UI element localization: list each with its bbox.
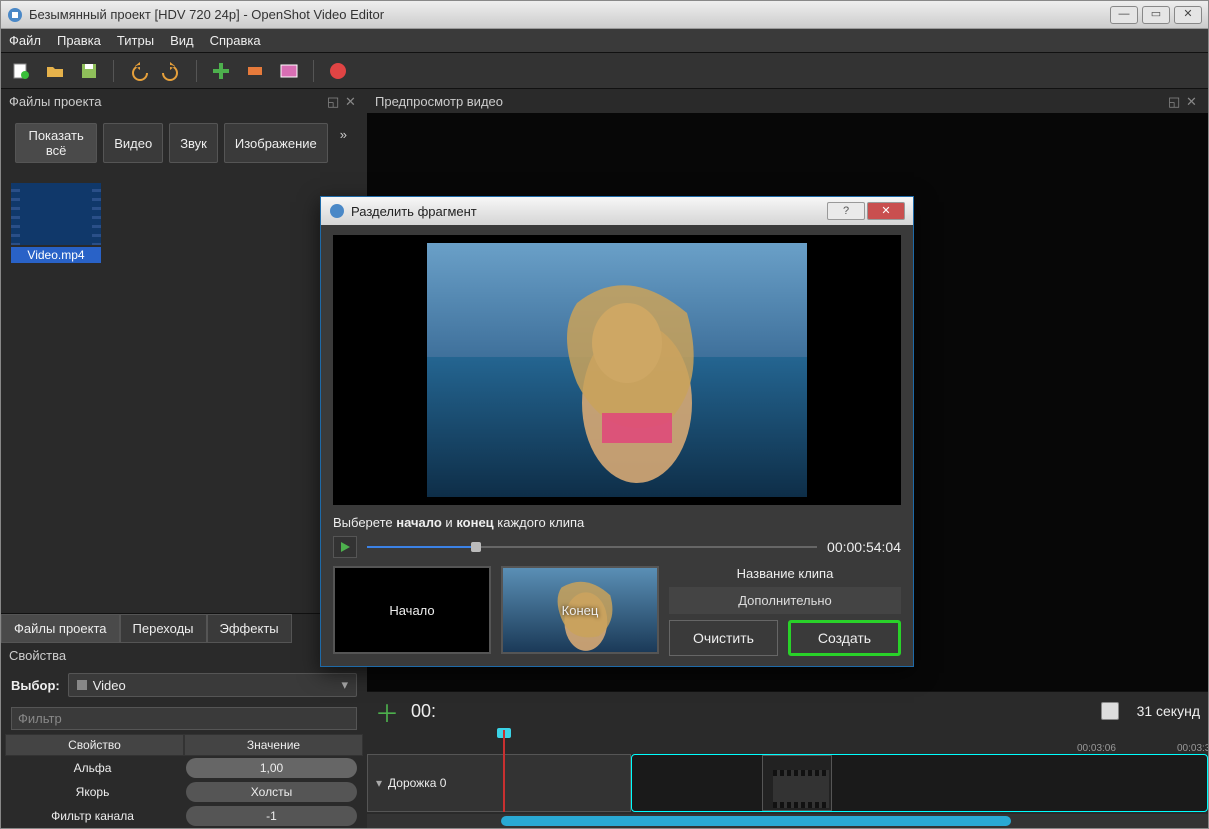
profile-icon[interactable] <box>245 61 265 81</box>
timeline-scrollbar[interactable] <box>367 814 1208 828</box>
close-panel-icon[interactable]: ✕ <box>345 94 359 108</box>
track-body[interactable]: Video.mp4 <box>631 754 1208 812</box>
titlebar: Безымянный проект [HDV 720 24p] - OpenSh… <box>1 1 1208 29</box>
dialog-help-button[interactable]: ? <box>827 202 865 220</box>
properties-table: Свойство Значение Альфа1,00 ЯкорьХолсты … <box>5 734 363 828</box>
start-thumb[interactable]: Начало <box>333 566 491 654</box>
create-button[interactable]: Создать <box>788 620 901 656</box>
clip-name-label: Название клипа <box>669 566 901 581</box>
undo-icon[interactable] <box>128 61 148 81</box>
fullscreen-icon[interactable] <box>279 61 299 81</box>
tab-transitions[interactable]: Переходы <box>120 614 207 643</box>
dialog-timecode: 00:00:54:04 <box>827 539 901 555</box>
preview-title: Предпросмотр видео ◱ ✕ <box>367 89 1208 113</box>
table-row: Альфа1,00 <box>5 756 363 780</box>
project-file-item[interactable]: Video.mp4 <box>11 183 101 263</box>
toolbar <box>1 53 1208 89</box>
table-row: Фильтр канала-1 <box>5 804 363 828</box>
clear-button[interactable]: Очистить <box>669 620 778 656</box>
minimize-button[interactable]: — <box>1110 6 1138 24</box>
dialog-title: Разделить фрагмент <box>351 204 477 219</box>
project-files-area[interactable]: Video.mp4 <box>1 173 367 613</box>
table-row: ЯкорьХолсты <box>5 780 363 804</box>
add-track-button[interactable]: ＋ <box>375 694 399 729</box>
filter-audio[interactable]: Звук <box>169 123 218 163</box>
chevron-down-icon[interactable]: ▾ <box>376 776 382 790</box>
dock-icon[interactable]: ◱ <box>1168 94 1182 108</box>
select-combo[interactable]: Video ▾ <box>68 673 357 697</box>
properties-title: Свойства ◱ ✕ <box>1 643 367 667</box>
timeline-ruler[interactable]: 00:03:06 00:03:37 <box>367 730 1208 754</box>
menu-titles[interactable]: Титры <box>117 33 154 48</box>
timeline: ＋ 00: 31 секунд 00:03:06 00:03:37 <box>367 691 1208 828</box>
dialog-titlebar: Разделить фрагмент ? ✕ <box>321 197 913 225</box>
extra-button[interactable]: Дополнительно <box>669 587 901 614</box>
save-project-icon[interactable] <box>79 61 99 81</box>
snap-toggle[interactable] <box>1101 702 1119 720</box>
project-files-title: Файлы проекта ◱ ✕ <box>1 89 367 113</box>
end-thumb[interactable]: Конец <box>501 566 659 654</box>
dialog-slider[interactable] <box>367 542 817 552</box>
menu-help[interactable]: Справка <box>210 33 261 48</box>
project-file-label: Video.mp4 <box>11 247 101 263</box>
file-filter-tabs: Показать всё Видео Звук Изображение » <box>1 113 367 173</box>
dialog-play-button[interactable] <box>333 536 357 558</box>
open-project-icon[interactable] <box>45 61 65 81</box>
col-property: Свойство <box>5 734 184 756</box>
split-clip-dialog: Разделить фрагмент ? ✕ Выберете начало <box>320 196 914 667</box>
filter-input[interactable]: Фильтр <box>11 707 357 730</box>
import-icon[interactable] <box>211 61 231 81</box>
filter-all[interactable]: Показать всё <box>15 123 97 163</box>
export-icon[interactable] <box>328 61 348 81</box>
menubar: Файл Правка Титры Вид Справка <box>1 29 1208 53</box>
timeline-cursor: 00: <box>411 701 436 722</box>
redo-icon[interactable] <box>162 61 182 81</box>
menu-file[interactable]: Файл <box>9 33 41 48</box>
maximize-button[interactable]: ▭ <box>1142 6 1170 24</box>
filter-image[interactable]: Изображение <box>224 123 328 163</box>
filter-more[interactable]: » <box>334 123 353 163</box>
col-value: Значение <box>184 734 363 756</box>
filter-video[interactable]: Видео <box>103 123 163 163</box>
dialog-preview <box>333 235 901 505</box>
timeline-clip[interactable] <box>762 755 832 811</box>
menu-edit[interactable]: Правка <box>57 33 101 48</box>
tab-effects[interactable]: Эффекты <box>207 614 292 643</box>
dialog-close-button[interactable]: ✕ <box>867 202 905 220</box>
project-tabs: Файлы проекта Переходы Эффекты <box>1 613 367 643</box>
close-panel-icon[interactable]: ✕ <box>1186 94 1200 108</box>
select-label: Выбор: <box>11 678 60 693</box>
tab-project-files[interactable]: Файлы проекта <box>1 614 120 643</box>
track-header[interactable]: ▾ Дорожка 0 <box>367 754 631 812</box>
dialog-instructions: Выберете начало и конец каждого клипа <box>333 515 901 530</box>
new-project-icon[interactable] <box>11 61 31 81</box>
window-title: Безымянный проект [HDV 720 24p] - OpenSh… <box>29 7 384 22</box>
close-button[interactable]: ✕ <box>1174 6 1202 24</box>
dock-icon[interactable]: ◱ <box>327 94 341 108</box>
zoom-seconds: 31 секунд <box>1137 703 1200 719</box>
menu-view[interactable]: Вид <box>170 33 194 48</box>
